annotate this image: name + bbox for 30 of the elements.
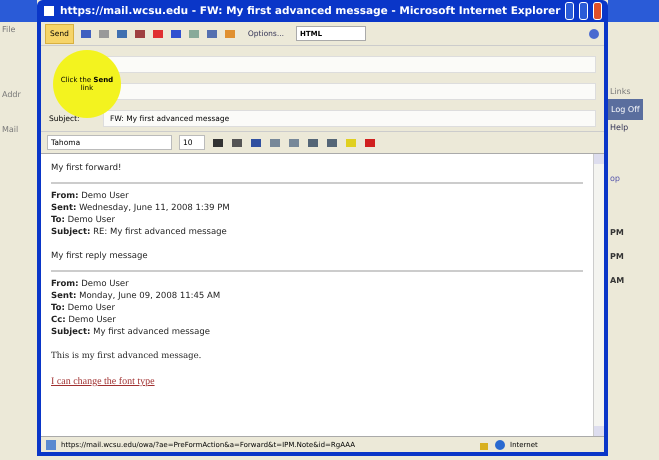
window-title: https://mail.wcsu.edu - FW: My first advanced message - Microsoft Internet Explorer bbox=[60, 5, 560, 17]
message-text: My first reply message bbox=[51, 250, 149, 262]
header-line: Subject: RE: My first advanced message bbox=[51, 226, 228, 238]
message-text: My first forward! bbox=[51, 162, 122, 174]
background-title-bar bbox=[0, 0, 37, 22]
background-title-bar bbox=[608, 0, 659, 22]
header-line: To: Demo User bbox=[51, 214, 116, 226]
font-link[interactable]: I can change the font type bbox=[51, 376, 583, 387]
time-text: PM bbox=[609, 227, 625, 239]
menu-item[interactable]: File bbox=[0, 22, 37, 37]
header-line: Sent: Monday, June 09, 2008 11:45 AM bbox=[51, 290, 222, 302]
minimize-button[interactable] bbox=[565, 2, 574, 20]
time-text: PM bbox=[609, 251, 625, 263]
header-line: Subject: My first advanced message bbox=[51, 326, 211, 338]
header-line: From: Demo User bbox=[51, 278, 130, 290]
header-line: Sent: Wednesday, June 11, 2008 1:39 PM bbox=[51, 202, 231, 214]
header-line: From: Demo User bbox=[51, 190, 130, 202]
address-label: Addr bbox=[1, 89, 22, 101]
maximize-button[interactable] bbox=[579, 2, 588, 20]
column-heading: op bbox=[609, 173, 621, 185]
mail-label: Mail bbox=[1, 124, 20, 136]
header-line: To: Demo User bbox=[51, 302, 116, 314]
header-line: Cc: Demo User bbox=[51, 314, 117, 326]
time-text: AM bbox=[609, 275, 626, 287]
links-label[interactable]: Links bbox=[608, 84, 633, 99]
close-button[interactable] bbox=[593, 2, 602, 20]
help-link[interactable]: Help bbox=[608, 120, 630, 135]
message-text: This is my first advanced message. bbox=[51, 350, 202, 362]
scrollbar[interactable] bbox=[593, 154, 604, 436]
log-off-link[interactable]: Log Off bbox=[608, 99, 643, 120]
